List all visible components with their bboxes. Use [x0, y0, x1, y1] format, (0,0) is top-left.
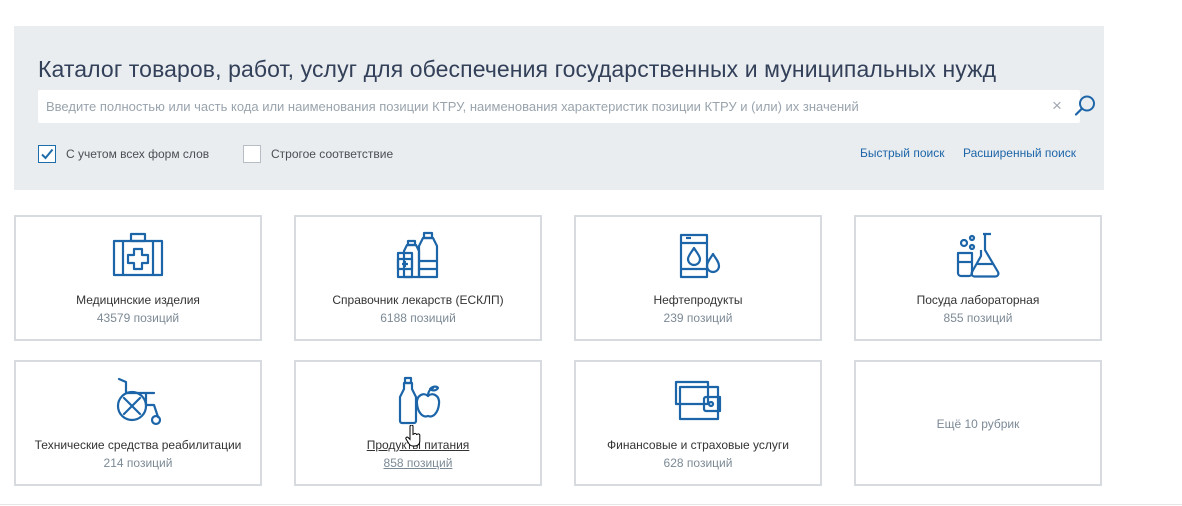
category-count: 214 позиций — [103, 456, 173, 470]
medicine-bottles-icon — [396, 231, 439, 279]
category-count: 43579 позиций — [96, 311, 180, 325]
lab-flask-icon — [956, 232, 1000, 278]
search-panel: Каталог товаров, работ, услуг для обеспе… — [14, 26, 1104, 190]
search-box: × — [38, 90, 1095, 123]
category-title: Финансовые и страховые услуги — [607, 438, 789, 452]
quick-search-link[interactable]: Быстрый поиск — [860, 146, 944, 160]
category-title: Технические средства реабилитации — [34, 438, 242, 452]
category-card-rehabilitation[interactable]: Технические средства реабилитации 214 по… — [14, 360, 262, 486]
wallet-icon — [674, 380, 722, 421]
checkmark-icon — [41, 148, 54, 160]
advanced-search-link[interactable]: Расширенный поиск — [963, 146, 1076, 160]
category-card-financial-services[interactable]: Финансовые и страховые услуги 628 позици… — [574, 360, 822, 486]
category-count: 858 позиций — [383, 456, 453, 470]
more-categories-label: Ещё 10 рубрик — [936, 417, 1020, 431]
category-count: 239 позиций — [663, 311, 733, 325]
search-icon[interactable] — [1073, 94, 1097, 118]
strict-match-checkbox[interactable] — [243, 145, 261, 163]
all-word-forms-label: С учетом всех форм слов — [66, 147, 210, 161]
strict-match-label: Строгое соответствие — [271, 147, 394, 161]
strict-match-option[interactable]: Строгое соответствие — [243, 144, 393, 164]
oil-barrel-icon — [679, 233, 721, 279]
category-card-medical-devices[interactable]: Медицинские изделия 43579 позиций — [14, 215, 262, 341]
divider — [0, 504, 1182, 505]
category-card-lab-glassware[interactable]: Посуда лабораторная 855 позиций — [854, 215, 1102, 341]
category-title: Медицинские изделия — [76, 293, 200, 307]
category-card-food-products[interactable]: Продукты питания 858 позиций — [294, 360, 542, 486]
category-title: Посуда лабораторная — [916, 293, 1040, 307]
category-title: Справочник лекарств (ЕСКЛП) — [332, 293, 504, 307]
all-word-forms-checkbox[interactable] — [38, 145, 56, 163]
medical-kit-icon — [112, 232, 164, 277]
search-input[interactable] — [46, 90, 1021, 123]
more-categories-card[interactable]: Ещё 10 рубрик — [854, 360, 1102, 486]
food-bottle-apple-icon — [398, 376, 441, 425]
category-title: Продукты питания — [366, 438, 470, 452]
category-title: Нефтепродукты — [653, 293, 743, 307]
all-word-forms-option[interactable]: С учетом всех форм слов — [38, 144, 209, 164]
category-count: 855 позиций — [943, 311, 1013, 325]
category-count: 6188 позиций — [380, 311, 456, 325]
category-card-oil-products[interactable]: Нефтепродукты 239 позиций — [574, 215, 822, 341]
wheelchair-icon — [116, 377, 162, 426]
category-card-medicines[interactable]: Справочник лекарств (ЕСКЛП) 6188 позиций — [294, 215, 542, 341]
close-icon[interactable]: × — [1049, 97, 1065, 114]
page-title: Каталог товаров, работ, услуг для обеспе… — [38, 56, 997, 82]
category-count: 628 позиций — [663, 456, 733, 470]
